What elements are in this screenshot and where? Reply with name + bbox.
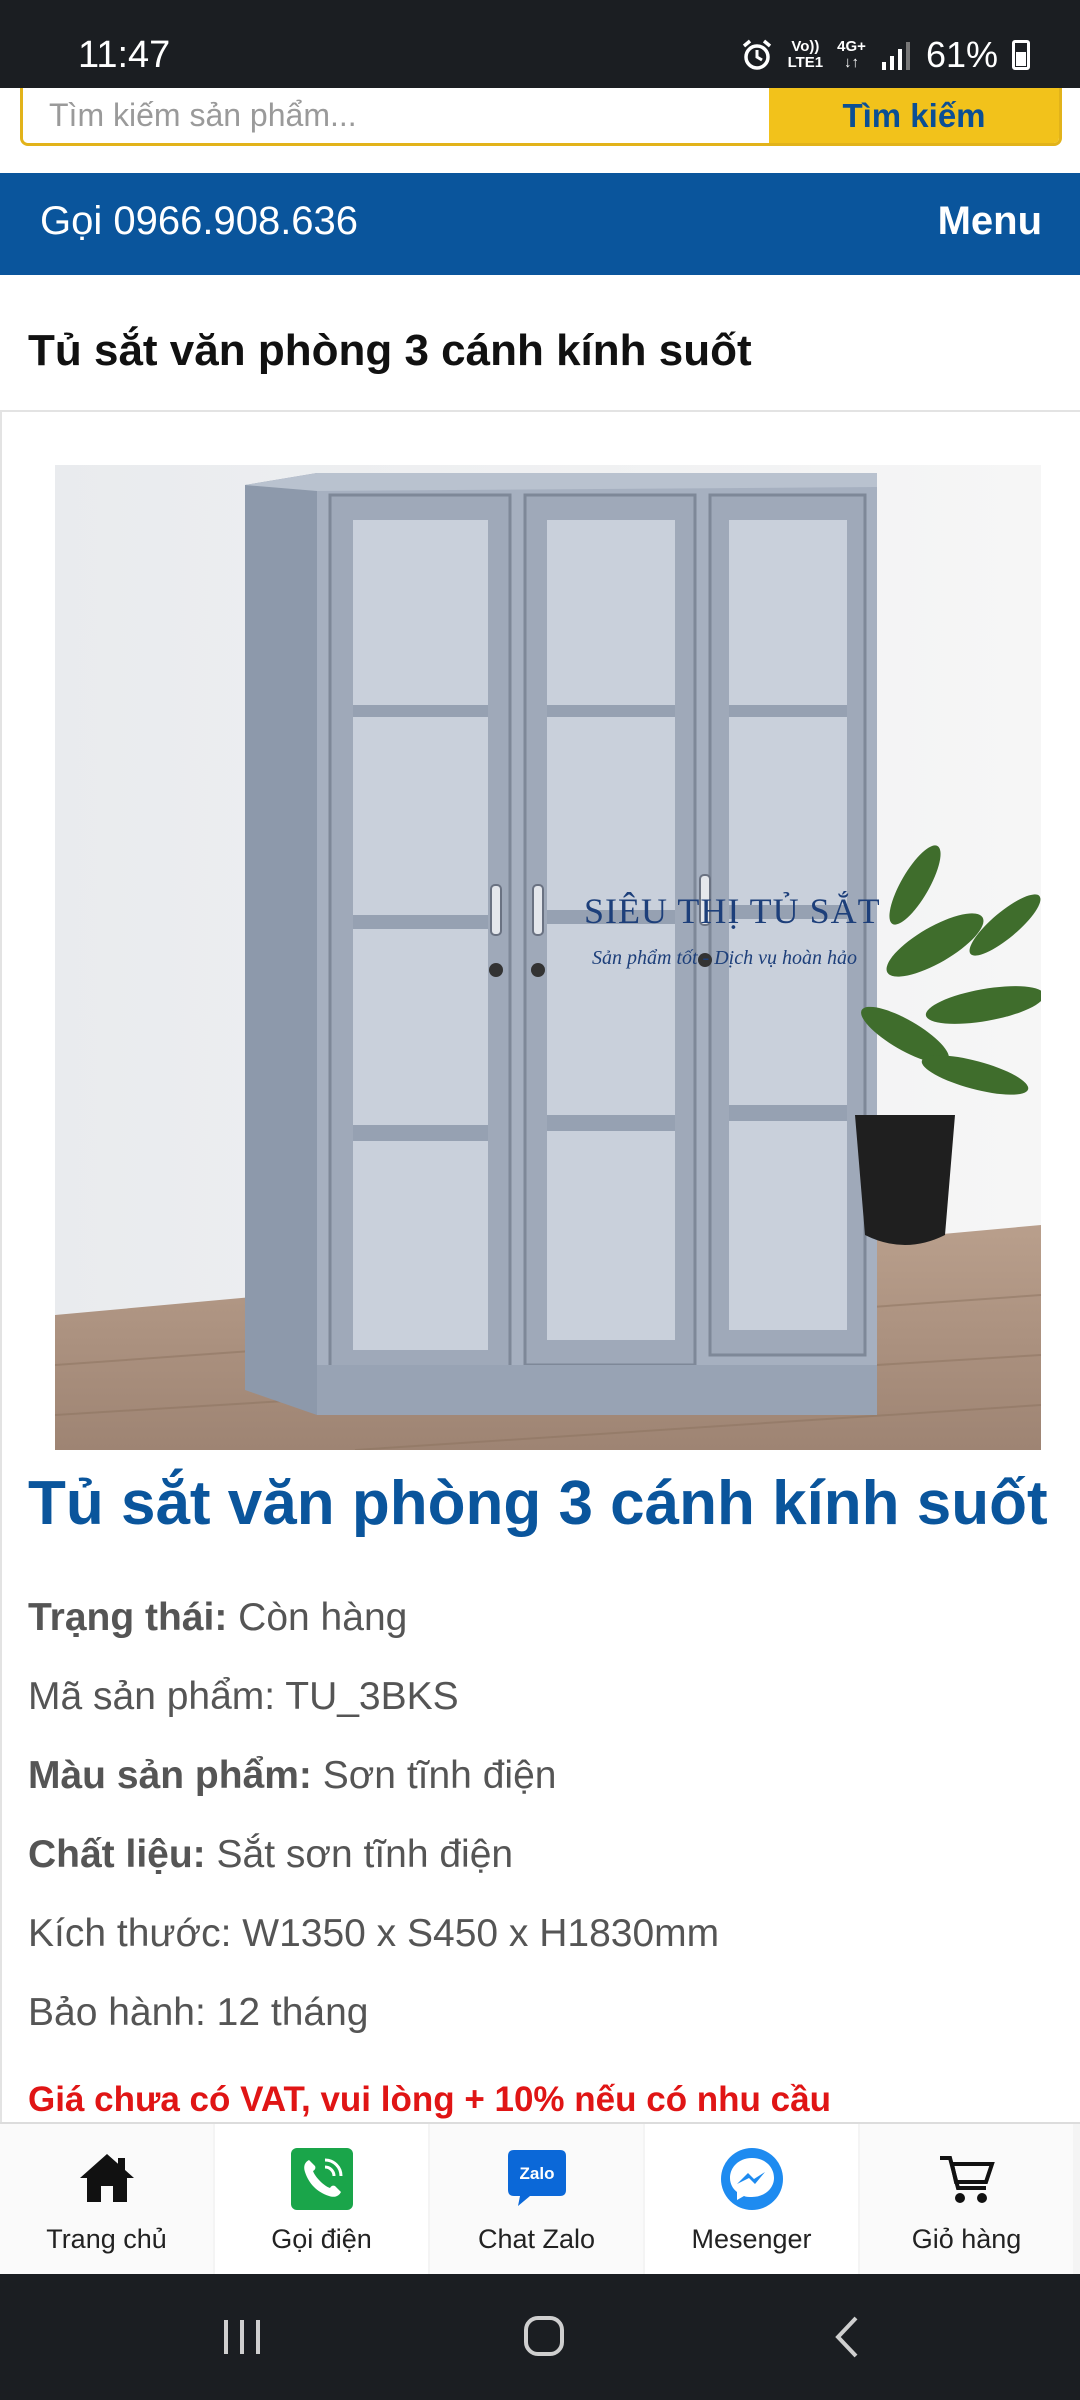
nav-zalo[interactable]: Zalo Chat Zalo xyxy=(430,2124,643,2274)
back-icon[interactable] xyxy=(818,2312,878,2362)
spec-status: Trạng thái: Còn hàng xyxy=(28,1596,408,1639)
battery-percent: 61% xyxy=(925,34,998,75)
spec-color: Màu sản phẩm: Sơn tĩnh điện xyxy=(28,1754,557,1797)
signal-icon xyxy=(881,42,910,70)
home-icon xyxy=(79,2154,134,2202)
bottom-nav: Trang chủ Gọi điện Zalo Chat Zalo Meseng… xyxy=(0,2122,1080,2274)
status-time: 11:47 xyxy=(78,34,171,76)
home-button-icon[interactable] xyxy=(514,2312,574,2362)
nav-zalo-label: Chat Zalo xyxy=(477,2224,596,2254)
call-menu-bar: Gọi 0966.908.636 Menu xyxy=(0,173,1080,275)
nav-messenger[interactable]: Mesenger xyxy=(645,2124,858,2274)
messenger-icon xyxy=(720,2148,783,2210)
spec-material: Chất liệu: Sắt sơn tĩnh điện xyxy=(28,1833,514,1876)
alarm-icon xyxy=(742,39,771,70)
battery-icon xyxy=(1012,40,1030,70)
phone-icon xyxy=(290,2148,353,2210)
svg-text:Zalo: Zalo xyxy=(519,2164,554,2183)
status-bar: 11:47 Vo)) LTE1 4G+ ↓↑ 61% xyxy=(0,0,1080,88)
status-icons: Vo)) LTE1 4G+ ↓↑ 61% xyxy=(740,34,1030,76)
search-button[interactable]: Tìm kiếm xyxy=(769,88,1059,143)
system-navigation-bar xyxy=(0,2274,1080,2400)
watermark-subtitle: Sản phẩm tốt - Dịch vụ hoàn hảo xyxy=(592,947,857,969)
vat-note: Giá chưa có VAT, vui lòng + 10% nếu có n… xyxy=(28,2080,831,2119)
watermark-title: SIÊU THỊ TỦ SẮT xyxy=(584,891,881,931)
network-type: 4G+ ↓↑ xyxy=(837,38,866,71)
nav-home[interactable]: Trang chủ xyxy=(0,2124,213,2274)
spec-warranty: Bảo hành: 12 tháng xyxy=(28,1991,369,2034)
cabinet-illustration xyxy=(55,465,1041,1450)
search-bar: Tìm kiếm xyxy=(20,88,1062,146)
product-title: Tủ sắt văn phòng 3 cánh kính suốt xyxy=(28,1469,1048,1538)
spec-sku: Mã sản phẩm: TU_3BKS xyxy=(28,1675,459,1718)
nav-call-label: Gọi điện xyxy=(271,2224,372,2254)
nav-home-label: Trang chủ xyxy=(46,2224,167,2254)
nav-cart-label: Giỏ hàng xyxy=(911,2224,1022,2254)
cart-icon xyxy=(939,2156,995,2203)
spec-size: Kích thước: W1350 x S450 x H1830mm xyxy=(28,1912,720,1955)
recent-apps-icon[interactable] xyxy=(212,2312,272,2362)
nav-call[interactable]: Gọi điện xyxy=(215,2124,428,2274)
call-hotline-link[interactable]: Gọi 0966.908.636 xyxy=(40,199,358,244)
zalo-icon: Zalo xyxy=(507,2150,566,2206)
nav-messenger-label: Mesenger xyxy=(691,2224,812,2254)
product-image[interactable] xyxy=(55,465,1041,1450)
page-title: Tủ sắt văn phòng 3 cánh kính suốt xyxy=(28,326,752,375)
volte-indicator: Vo)) LTE1 xyxy=(787,38,824,71)
menu-button[interactable]: Menu xyxy=(938,199,1042,244)
search-input[interactable] xyxy=(23,88,769,143)
nav-cart[interactable]: Giỏ hàng xyxy=(860,2124,1073,2274)
